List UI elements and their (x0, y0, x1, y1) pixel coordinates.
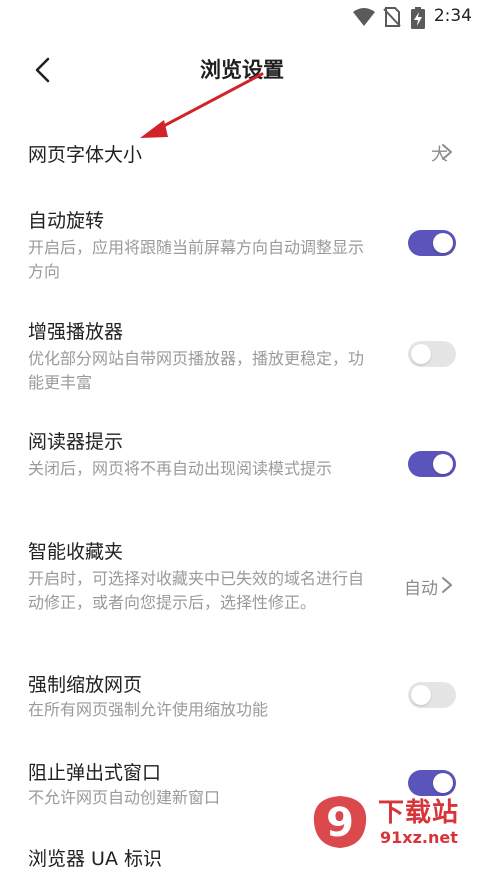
chevron-right-icon (442, 144, 452, 160)
watermark-name: 下载站 (378, 798, 460, 828)
setting-title: 阅读器提示 (28, 431, 124, 453)
status-time: 2:34 (433, 6, 472, 26)
setting-title: 自动旋转 (28, 210, 105, 232)
setting-description: 优化部分网站自带网页播放器，播放更稳定，功能更丰富 (28, 349, 365, 392)
chevron-right-icon (442, 577, 452, 593)
setting-description: 开启后，应用将跟随当前屏幕方向自动调整显示方向 (28, 238, 365, 281)
watermark-domain: 91xz.net (380, 828, 458, 847)
setting-description: 开启时，可选择对收藏夹中已失效的域名进行自动修正，或者向您提示后，选择性修正。 (28, 569, 365, 612)
setting-enhanced-player: 增强播放器 优化部分网站自带网页播放器，播放更稳定，功能更丰富 (0, 315, 484, 395)
setting-reader-hint: 阅读器提示 关闭后，网页将不再自动出现阅读模式提示 (0, 425, 484, 505)
setting-title: 浏览器 UA 标识 (28, 848, 162, 870)
reader-hint-toggle[interactable] (408, 451, 456, 477)
watermark-logo-text: 9 (326, 800, 354, 846)
setting-title: 强制缩放网页 (28, 674, 143, 696)
toggle-knob (433, 773, 453, 793)
enhanced-player-toggle[interactable] (408, 341, 456, 367)
setting-description: 关闭后，网页将不再自动出现阅读模式提示 (28, 459, 333, 478)
setting-force-zoom: 强制缩放网页 在所有网页强制允许使用缩放功能 (0, 668, 484, 728)
toggle-knob (433, 454, 453, 474)
wifi-icon (353, 8, 375, 26)
setting-title: 阻止弹出式窗口 (28, 762, 162, 784)
force-zoom-toggle[interactable] (408, 682, 456, 708)
setting-auto-rotate: 自动旋转 开启后，应用将跟随当前屏幕方向自动调整显示方向 (0, 204, 484, 284)
watermark: 9 下载站 91xz.net (308, 792, 478, 854)
header: 浏览设置 (0, 44, 484, 96)
status-bar: 2:34 (0, 0, 484, 34)
page-title: 浏览设置 (200, 58, 284, 82)
setting-smart-bookmarks[interactable]: 智能收藏夹 开启时，可选择对收藏夹中已失效的域名进行自动修正，或者向您提示后，选… (0, 535, 484, 639)
setting-description: 在所有网页强制允许使用缩放功能 (28, 700, 269, 719)
setting-value: 自动 (404, 579, 438, 599)
setting-font-size[interactable]: 网页字体大小 大 (0, 126, 484, 182)
toggle-knob (411, 344, 431, 364)
toggle-knob (411, 685, 431, 705)
setting-title: 智能收藏夹 (28, 541, 124, 563)
auto-rotate-toggle[interactable] (408, 230, 456, 256)
battery-charging-icon (411, 7, 425, 29)
setting-title: 增强播放器 (28, 321, 124, 343)
watermark-logo-icon: 9 (313, 796, 367, 848)
no-sim-icon (383, 7, 401, 27)
setting-title: 网页字体大小 (28, 144, 143, 166)
toggle-knob (433, 233, 453, 253)
